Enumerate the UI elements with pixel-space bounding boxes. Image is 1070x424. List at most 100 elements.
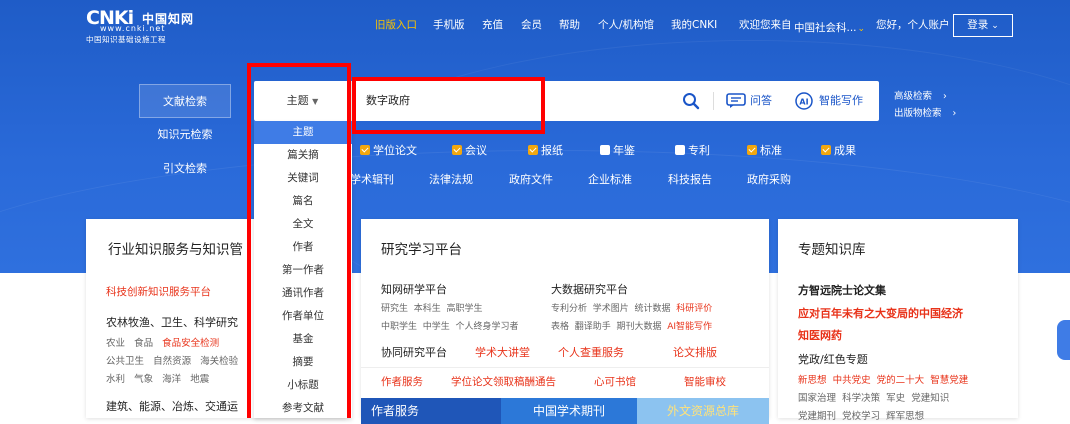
topic-heading[interactable]: 党政/红色专题 — [798, 351, 868, 367]
service-link[interactable]: 心可书馆 — [594, 374, 636, 389]
service-link[interactable]: 论文排版 — [673, 344, 717, 360]
tool-link[interactable]: 表格 — [551, 322, 569, 332]
card-title: 行业知识服务与知识管 — [108, 242, 243, 258]
advanced-search-link[interactable]: 高级检索 › — [894, 88, 947, 102]
topic-link[interactable]: 新思想 — [798, 375, 827, 386]
industry-link[interactable]: 自然资源 — [153, 356, 191, 367]
industry-link[interactable]: 海关检验 — [200, 356, 238, 367]
topic-link[interactable]: 军史 — [886, 393, 905, 404]
nav-mobile[interactable]: 手机版 — [433, 17, 465, 33]
check-newspaper[interactable]: 报纸 — [528, 142, 563, 158]
checkbox-checked-icon — [360, 145, 370, 155]
topic-link[interactable]: 党建知识 — [911, 393, 949, 404]
check-standard[interactable]: 标准 — [747, 142, 782, 158]
industry-link[interactable]: 食品安全检测 — [162, 338, 219, 349]
topic-link[interactable]: 科学决策 — [842, 393, 880, 404]
db-link[interactable]: 科技报告 — [668, 171, 712, 187]
greeting-text: 您好，个人账户 — [876, 19, 950, 31]
nav-help[interactable]: 帮助 — [559, 17, 580, 33]
platform-link[interactable]: 协同研究平台 — [381, 344, 447, 360]
journal-banner[interactable]: 中国学术期刊 — [501, 398, 637, 424]
check-conference[interactable]: 会议 — [452, 142, 487, 158]
industry-link[interactable]: 气象 — [134, 374, 153, 385]
tool-link[interactable]: 学术图片 — [593, 304, 629, 314]
tool-link[interactable]: 期刊大数据 — [617, 322, 662, 332]
tool-link[interactable]: 统计数据 — [635, 304, 671, 314]
platform-link[interactable]: 大数据研究平台 — [551, 281, 628, 297]
service-link[interactable]: 作者服务 — [381, 374, 423, 389]
side-tab-knowledge[interactable]: 知识元检索 — [139, 118, 231, 152]
side-float-tab[interactable] — [1057, 320, 1070, 360]
org-name: 中国社会科... — [794, 22, 857, 34]
topic-link[interactable]: 知医网药 — [798, 327, 842, 343]
search-icon[interactable] — [682, 92, 700, 110]
nav-old-version[interactable]: 旧版入口 — [375, 17, 417, 33]
ai-writing-button[interactable]: AI 智能写作 — [795, 81, 863, 121]
author-service-banner[interactable]: 作者服务 — [361, 398, 501, 424]
side-tab-literature[interactable]: 文献检索 — [139, 84, 231, 118]
nav-personal-library[interactable]: 个人/机构馆 — [598, 17, 654, 33]
check-label: 报纸 — [541, 144, 563, 157]
check-yearbook[interactable]: 年鉴 — [600, 142, 635, 158]
section-heading[interactable]: 农林牧渔、卫生、科学研究 — [106, 314, 238, 330]
platform-link[interactable]: 知网研学平台 — [381, 281, 447, 297]
topic-link[interactable]: 党建期刊 — [798, 411, 836, 422]
industry-link[interactable]: 海洋 — [162, 374, 181, 385]
nav-my-cnki[interactable]: 我的CNKI — [671, 17, 717, 33]
tool-link[interactable]: 翻译助手 — [575, 322, 611, 332]
tool-link[interactable]: 科研评价 — [676, 304, 712, 314]
db-link[interactable]: 法律法规 — [429, 171, 473, 187]
service-link[interactable]: 学位论文领取稿酬通告 — [451, 374, 556, 389]
topic-link[interactable]: 中共党史 — [833, 375, 871, 386]
db-link[interactable]: 企业标准 — [588, 171, 632, 187]
tool-link[interactable]: AI智能写作 — [667, 322, 712, 332]
chat-icon — [726, 93, 746, 108]
section-heading[interactable]: 建筑、能源、冶炼、交通运 — [106, 398, 238, 414]
topic-link[interactable]: 方智远院士论文集 — [798, 282, 886, 298]
side-tab-citation[interactable]: 引文检索 — [139, 152, 231, 186]
audience-link[interactable]: 个人终身学习者 — [456, 322, 519, 332]
research-learning-card: 研究学习平台 知网研学平台 研究生 本科生 高职学生 中职学生 中学生 个人终身… — [361, 219, 769, 418]
nav-member[interactable]: 会员 — [521, 17, 542, 33]
topic-link[interactable]: 辉军思想 — [886, 411, 924, 422]
service-link[interactable]: 智能审校 — [684, 374, 726, 389]
audience-link[interactable]: 中职学生 — [381, 322, 417, 332]
topic-link[interactable]: 国家治理 — [798, 393, 836, 404]
publication-search-link[interactable]: 出版物检索 › — [894, 105, 956, 119]
industry-link[interactable]: 公共卫生 — [106, 356, 144, 367]
org-selector[interactable]: 中国社会科...⌄ — [794, 20, 865, 36]
db-link[interactable]: 学术辑刊 — [350, 171, 394, 187]
topic-link[interactable]: 智慧党建 — [930, 375, 968, 386]
service-link[interactable]: 个人查重服务 — [558, 344, 624, 360]
db-link[interactable]: 政府文件 — [509, 171, 553, 187]
highlight-box — [352, 77, 545, 134]
service-link[interactable]: 学术大讲堂 — [475, 344, 530, 360]
checkbox-empty-icon — [600, 145, 610, 155]
divider — [361, 367, 769, 368]
qa-button[interactable]: 问答 — [726, 81, 772, 121]
chevron-down-icon: ⌄ — [857, 24, 866, 34]
nav-recharge[interactable]: 充值 — [482, 17, 503, 33]
chevron-right-icon: › — [943, 91, 947, 102]
industry-link[interactable]: 食品 — [134, 338, 153, 349]
topic-link[interactable]: 应对百年未有之大变局的中国经济 — [798, 305, 963, 321]
topic-link[interactable]: 党校学习 — [842, 411, 880, 422]
industry-link[interactable]: 地震 — [190, 374, 209, 385]
industry-link[interactable]: 农业 — [106, 338, 125, 349]
card-title: 研究学习平台 — [381, 242, 462, 258]
topic-link[interactable]: 党的二十大 — [877, 375, 925, 386]
tool-link[interactable]: 专利分析 — [551, 304, 587, 314]
industry-link[interactable]: 水利 — [106, 374, 125, 385]
foreign-resources-banner[interactable]: 外文资源总库 — [637, 398, 769, 424]
cnki-logo[interactable]: CNKi 中国知网 www.cnki.net 中国知识基础设施工程 — [86, 7, 204, 44]
platform-link[interactable]: 科技创新知识服务平台 — [106, 284, 211, 299]
audience-link[interactable]: 中学生 — [423, 322, 450, 332]
db-link[interactable]: 政府采购 — [747, 171, 791, 187]
check-thesis[interactable]: 学位论文 — [360, 142, 417, 158]
check-patent[interactable]: 专利 — [675, 142, 710, 158]
login-button[interactable]: 登录 ⌄ — [953, 14, 1013, 37]
audience-link[interactable]: 研究生 — [381, 304, 408, 314]
audience-link[interactable]: 高职学生 — [447, 304, 483, 314]
audience-link[interactable]: 本科生 — [414, 304, 441, 314]
check-achievement[interactable]: 成果 — [821, 142, 856, 158]
